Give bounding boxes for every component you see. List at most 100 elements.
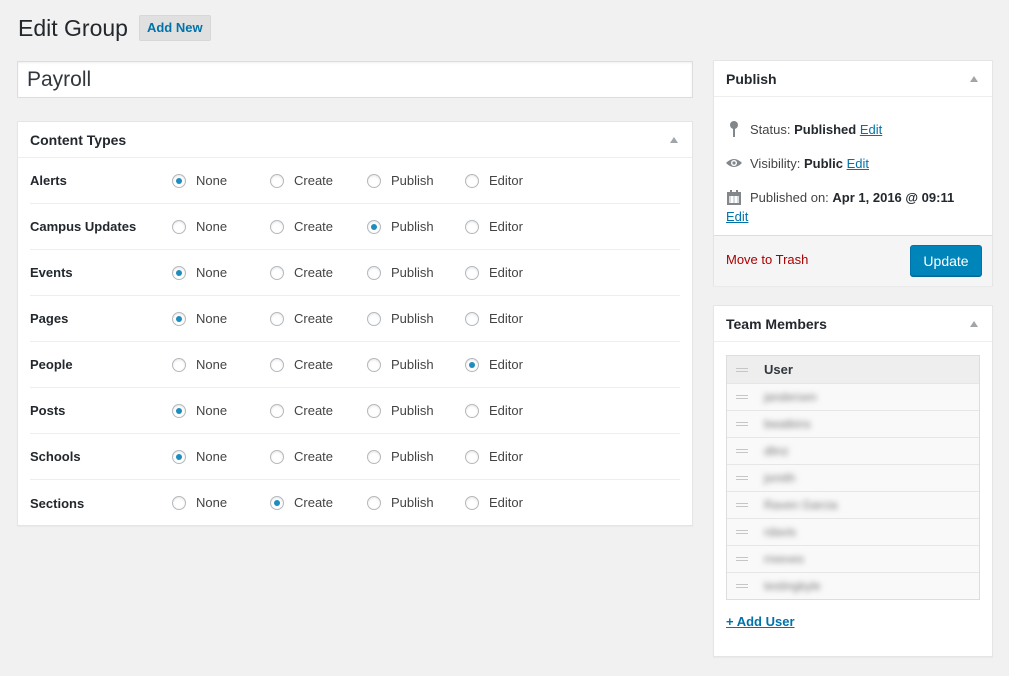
radio-button[interactable]	[270, 358, 284, 372]
status-label: Status:	[750, 121, 791, 137]
status-edit-link[interactable]: Edit	[860, 122, 882, 137]
drag-handle-icon[interactable]	[736, 530, 748, 534]
radio-button[interactable]	[270, 404, 284, 418]
drag-handle-icon[interactable]	[736, 557, 748, 561]
radio-button[interactable]	[270, 266, 284, 280]
permission-option-none[interactable]: None	[172, 358, 227, 372]
publish-header[interactable]: Publish	[714, 61, 992, 97]
radio-button[interactable]	[367, 450, 381, 464]
drag-handle-icon[interactable]	[736, 476, 748, 480]
radio-button[interactable]	[270, 312, 284, 326]
add-user-link[interactable]: + Add User	[726, 614, 795, 629]
team-members-header[interactable]: Team Members	[714, 306, 992, 342]
radio-button[interactable]	[367, 174, 381, 188]
radio-button[interactable]	[465, 450, 479, 464]
group-title-input[interactable]: Payroll	[17, 61, 693, 98]
radio-button[interactable]	[367, 312, 381, 326]
radio-button[interactable]	[367, 358, 381, 372]
published-label: Published on:	[750, 189, 829, 205]
collapse-arrow-icon[interactable]	[970, 75, 978, 82]
user-row[interactable]: Raven Garcia	[727, 491, 979, 518]
radio-button[interactable]	[270, 450, 284, 464]
permission-option-create[interactable]: Create	[270, 450, 333, 464]
radio-button[interactable]	[367, 496, 381, 510]
permission-option-publish[interactable]: Publish	[367, 266, 434, 280]
radio-button[interactable]	[367, 266, 381, 280]
permission-option-none[interactable]: None	[172, 496, 227, 510]
move-to-trash-link[interactable]: Move to Trash	[726, 252, 808, 267]
radio-button[interactable]	[172, 450, 186, 464]
permission-option-editor[interactable]: Editor	[465, 266, 523, 280]
user-row[interactable]: testingkyle	[727, 572, 979, 599]
permission-option-editor[interactable]: Editor	[465, 450, 523, 464]
collapse-arrow-icon[interactable]	[670, 136, 678, 143]
permission-option-none[interactable]: None	[172, 450, 227, 464]
published-edit-link[interactable]: Edit	[726, 209, 748, 224]
permission-option-none[interactable]: None	[172, 266, 227, 280]
permission-option-none[interactable]: None	[172, 174, 227, 188]
permission-option-editor[interactable]: Editor	[465, 220, 523, 234]
permission-option-none[interactable]: None	[172, 404, 227, 418]
collapse-arrow-icon[interactable]	[970, 320, 978, 327]
permission-option-create[interactable]: Create	[270, 266, 333, 280]
drag-handle-icon[interactable]	[736, 422, 748, 426]
content-types-header[interactable]: Content Types	[18, 122, 692, 158]
eye-icon	[726, 155, 742, 171]
user-name: jandersen	[764, 390, 817, 404]
permission-option-create[interactable]: Create	[270, 174, 333, 188]
radio-button[interactable]	[270, 220, 284, 234]
permission-option-publish[interactable]: Publish	[367, 174, 434, 188]
radio-button[interactable]	[172, 266, 186, 280]
radio-button[interactable]	[465, 358, 479, 372]
permission-option-editor[interactable]: Editor	[465, 174, 523, 188]
user-row[interactable]: jandersen	[727, 383, 979, 410]
radio-button[interactable]	[172, 174, 186, 188]
radio-button[interactable]	[270, 496, 284, 510]
permission-option-publish[interactable]: Publish	[367, 358, 434, 372]
user-row[interactable]: bwatkins	[727, 410, 979, 437]
radio-button[interactable]	[465, 266, 479, 280]
permission-option-editor[interactable]: Editor	[465, 496, 523, 510]
user-row[interactable]: rreeves	[727, 545, 979, 572]
drag-handle-icon[interactable]	[736, 395, 748, 399]
permission-option-editor[interactable]: Editor	[465, 312, 523, 326]
permission-option-publish[interactable]: Publish	[367, 450, 434, 464]
radio-button[interactable]	[172, 404, 186, 418]
radio-button[interactable]	[465, 404, 479, 418]
radio-button[interactable]	[465, 174, 479, 188]
radio-button[interactable]	[367, 220, 381, 234]
permission-option-label: Editor	[489, 173, 523, 188]
permission-option-publish[interactable]: Publish	[367, 312, 434, 326]
drag-handle-icon[interactable]	[736, 584, 748, 588]
permission-option-create[interactable]: Create	[270, 312, 333, 326]
radio-button[interactable]	[367, 404, 381, 418]
permission-option-publish[interactable]: Publish	[367, 404, 434, 418]
radio-button[interactable]	[172, 358, 186, 372]
user-row[interactable]: rdavis	[727, 518, 979, 545]
radio-button[interactable]	[465, 312, 479, 326]
permission-option-create[interactable]: Create	[270, 496, 333, 510]
user-row[interactable]: jsmith	[727, 464, 979, 491]
drag-handle-icon[interactable]	[736, 503, 748, 507]
permission-option-editor[interactable]: Editor	[465, 358, 523, 372]
permission-option-create[interactable]: Create	[270, 358, 333, 372]
radio-button[interactable]	[465, 220, 479, 234]
permission-option-create[interactable]: Create	[270, 404, 333, 418]
permission-option-editor[interactable]: Editor	[465, 404, 523, 418]
radio-button[interactable]	[465, 496, 479, 510]
permission-option-none[interactable]: None	[172, 220, 227, 234]
radio-button[interactable]	[270, 174, 284, 188]
update-button[interactable]: Update	[910, 245, 982, 276]
drag-handle-icon	[736, 367, 748, 372]
radio-button[interactable]	[172, 220, 186, 234]
radio-button[interactable]	[172, 312, 186, 326]
permission-option-none[interactable]: None	[172, 312, 227, 326]
permission-option-create[interactable]: Create	[270, 220, 333, 234]
user-row[interactable]: dlinz	[727, 437, 979, 464]
add-new-button[interactable]: Add New	[138, 15, 211, 41]
drag-handle-icon[interactable]	[736, 449, 748, 453]
radio-button[interactable]	[172, 496, 186, 510]
permission-option-publish[interactable]: Publish	[367, 220, 434, 234]
visibility-edit-link[interactable]: Edit	[847, 156, 869, 171]
permission-option-publish[interactable]: Publish	[367, 496, 434, 510]
